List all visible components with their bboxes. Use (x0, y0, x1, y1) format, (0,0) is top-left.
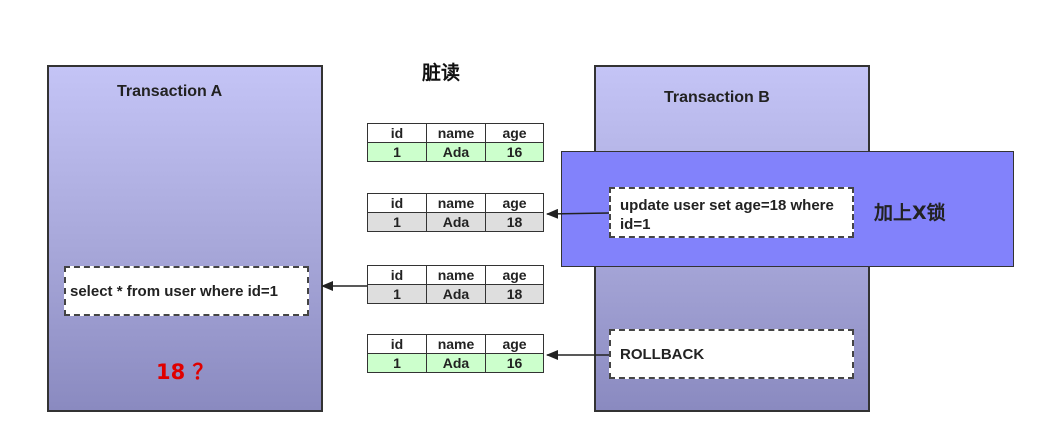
arrow-update-to-table (546, 208, 610, 219)
arrows-layer (321, 208, 610, 360)
